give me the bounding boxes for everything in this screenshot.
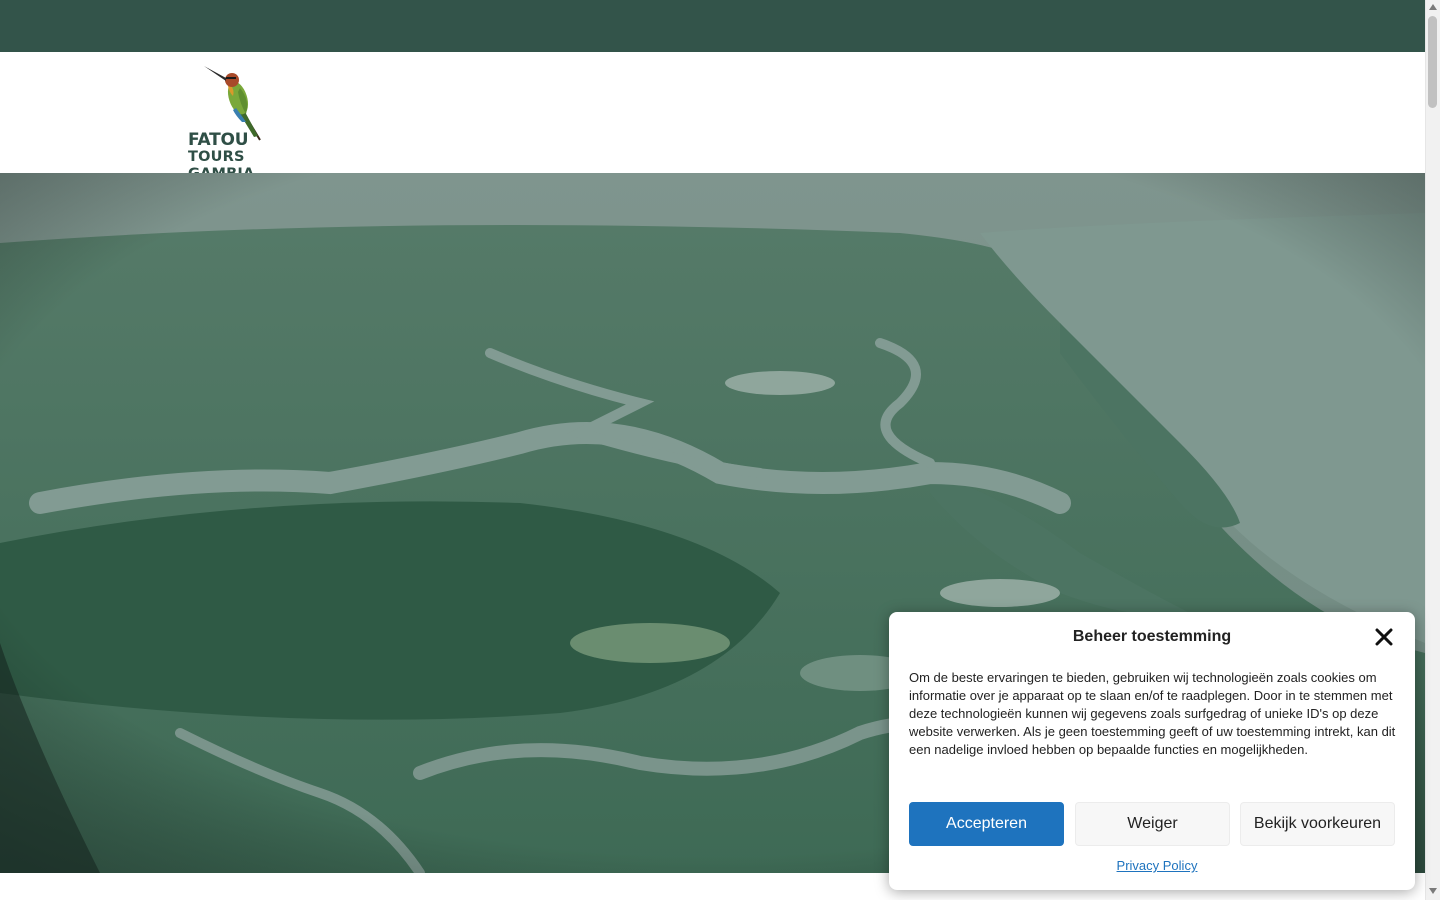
scrollbar-thumb[interactable]	[1428, 16, 1437, 108]
accept-button[interactable]: Accepteren	[909, 802, 1064, 846]
close-icon[interactable]	[1373, 626, 1395, 648]
view-preferences-button[interactable]: Bekijk voorkeuren	[1240, 802, 1395, 846]
vertical-scrollbar[interactable]	[1425, 0, 1440, 900]
scroll-up-arrow-icon[interactable]	[1429, 4, 1437, 10]
privacy-policy-link[interactable]: Privacy Policy	[889, 858, 1425, 873]
scroll-down-arrow-icon[interactable]	[1429, 888, 1437, 894]
top-bar	[0, 0, 1425, 52]
consent-title: Beheer toestemming	[1072, 628, 1232, 645]
site-header: FATOU TOURS GAMBIA	[0, 52, 1425, 182]
deny-button[interactable]: Weiger	[1075, 802, 1230, 846]
cookie-consent-dialog: Beheer toestemming Om de beste ervaringe…	[889, 612, 1415, 890]
site-logo[interactable]: FATOU TOURS GAMBIA	[186, 60, 306, 182]
logo-line1: FATOU	[188, 130, 249, 150]
consent-message: Om de beste ervaringen te bieden, gebrui…	[909, 670, 1396, 757]
